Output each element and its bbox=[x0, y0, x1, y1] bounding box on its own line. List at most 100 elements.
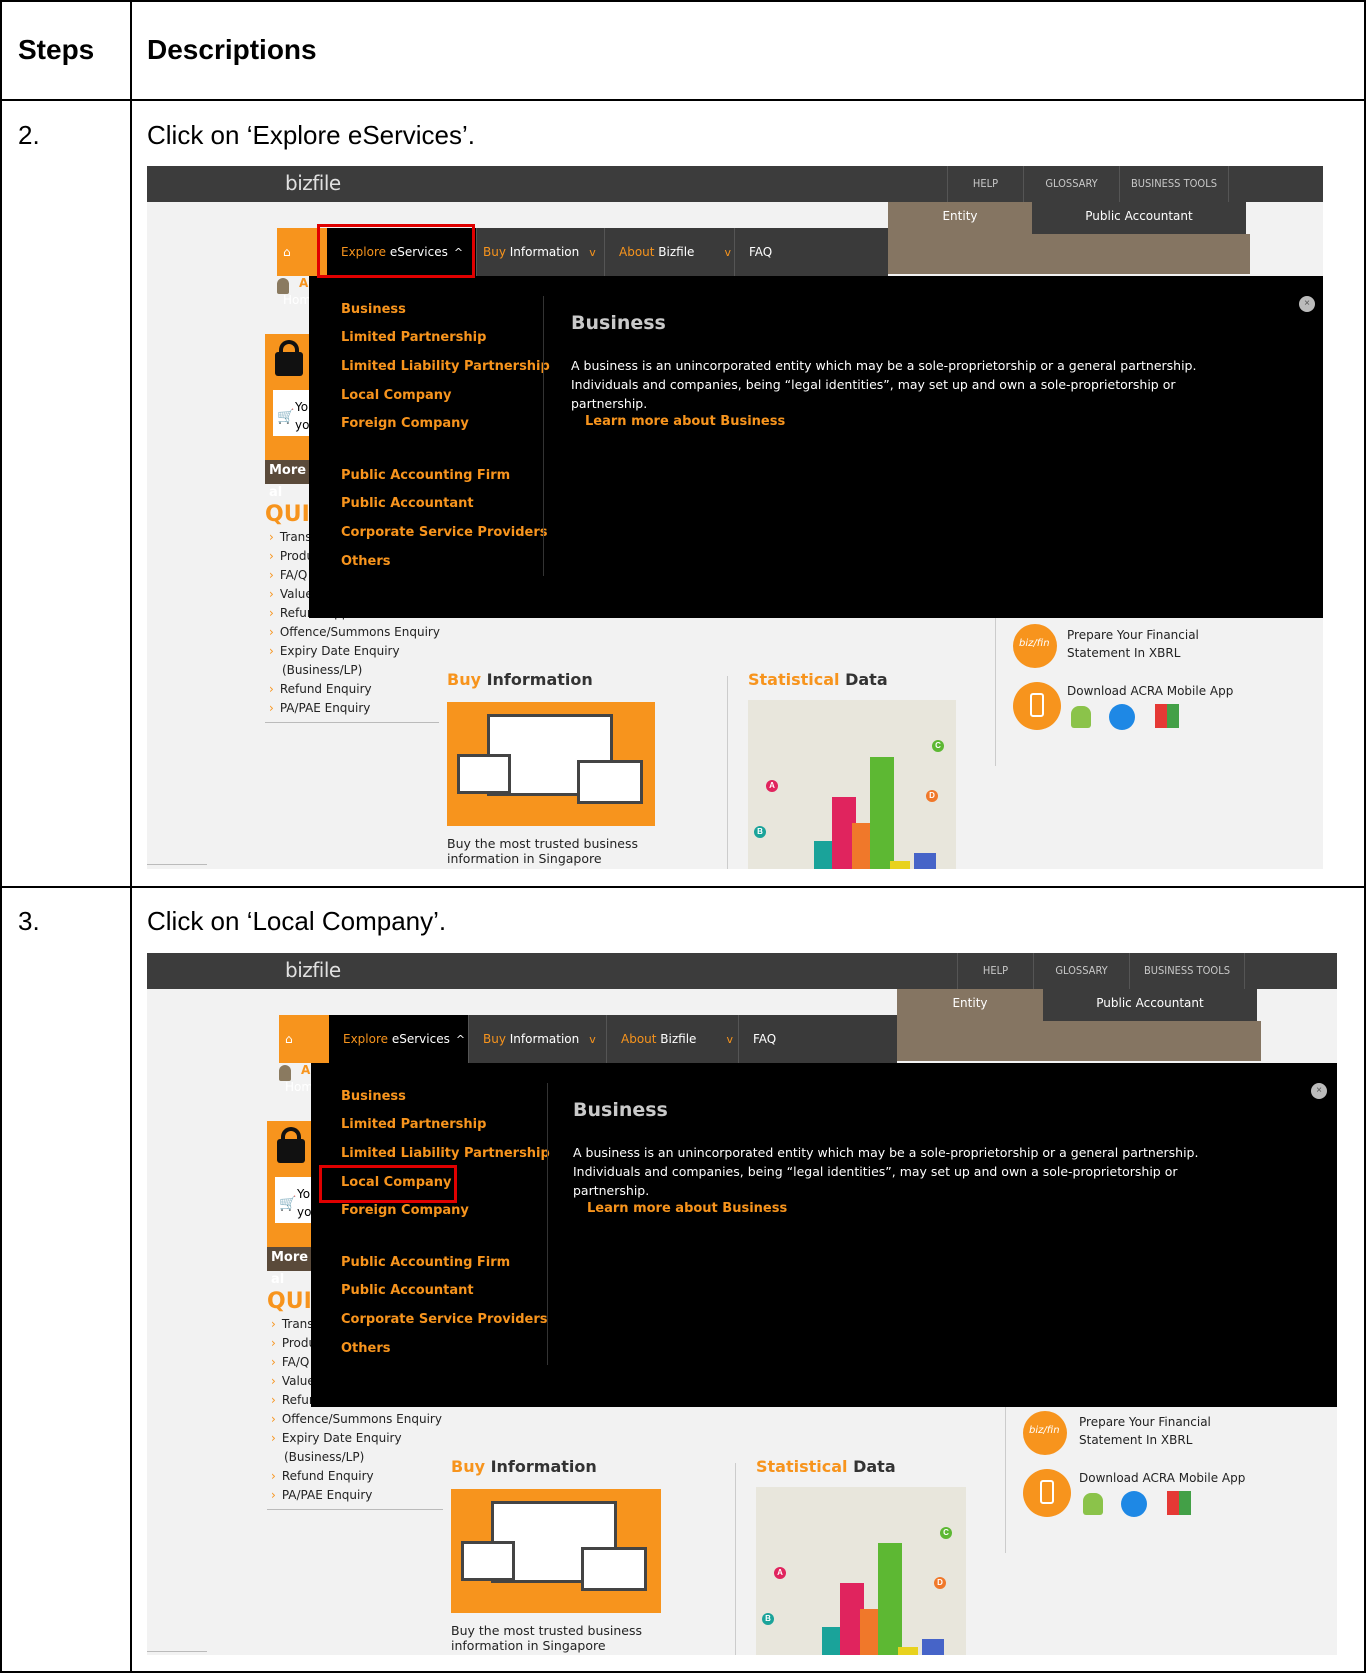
menu-detail-text: A business is an unincorporated entity w… bbox=[571, 356, 1196, 413]
chevron-down-icon: v bbox=[589, 1033, 596, 1046]
quick-links-divider bbox=[267, 1509, 443, 1510]
banner-block bbox=[888, 234, 1250, 274]
quick-link[interactable]: › Produ bbox=[269, 549, 314, 563]
tab-entity[interactable]: Entity bbox=[897, 989, 1043, 1021]
xbrl-badge[interactable]: biz/fin bbox=[1013, 624, 1057, 668]
quick-link-expiry-date-enquiry[interactable]: › Expiry Date Enquiry bbox=[269, 644, 400, 658]
phone-glyph bbox=[1040, 1480, 1054, 1504]
quick-link-offence-enquiry[interactable]: › Offence/Summons Enquiry bbox=[269, 625, 440, 639]
learn-more-business-link[interactable]: Learn more about Business bbox=[587, 1201, 787, 1216]
close-icon[interactable]: × bbox=[1299, 296, 1315, 312]
learn-more-business-link[interactable]: Learn more about Business bbox=[585, 414, 785, 429]
xbrl-text[interactable]: Prepare Your Financial Statement In XBRL bbox=[1079, 1413, 1211, 1449]
menu-item-local-company[interactable]: Local Company bbox=[341, 388, 452, 403]
bizfile-logo[interactable]: bizfile bbox=[285, 171, 341, 195]
menu-item-others[interactable]: Others bbox=[341, 554, 391, 569]
cart-icon: 🛒 bbox=[279, 1195, 297, 1211]
quick-link-refund-enquiry[interactable]: › Refund Enquiry bbox=[271, 1469, 374, 1483]
menu-item-public-accountant[interactable]: Public Accountant bbox=[341, 496, 474, 511]
nav-faq[interactable]: FAQ bbox=[735, 228, 785, 276]
apple-icon[interactable] bbox=[1109, 704, 1135, 730]
quick-link[interactable]: › FA/Q bbox=[271, 1355, 309, 1369]
header-steps: Steps bbox=[18, 34, 95, 65]
menu-item-public-accountant[interactable]: Public Accountant bbox=[341, 1283, 474, 1298]
statistical-data-image[interactable]: A B C D bbox=[756, 1487, 966, 1655]
menu-detail-line3: partnership. bbox=[573, 1183, 650, 1198]
screenshot-step-3: bizfile HELP GLOSSARY BUSINESS TOOLS Ent… bbox=[147, 953, 1337, 1655]
quick-link[interactable]: › Trans bbox=[269, 530, 312, 544]
menu-detail-line3: partnership. bbox=[571, 396, 648, 411]
quick-link[interactable]: › FA/Q bbox=[269, 568, 307, 582]
tab-entity[interactable]: Entity bbox=[888, 202, 1032, 234]
chart-bar bbox=[878, 1543, 902, 1655]
windows-icon[interactable] bbox=[1167, 1491, 1191, 1515]
tablet-illustration bbox=[577, 760, 643, 804]
menu-item-public-accounting-firm[interactable]: Public Accounting Firm bbox=[341, 468, 510, 483]
windows-icon[interactable] bbox=[1155, 704, 1179, 728]
apple-icon[interactable] bbox=[1121, 1491, 1147, 1517]
nav-buy-label-b: Information bbox=[505, 1032, 580, 1046]
chart-bar bbox=[890, 861, 910, 869]
section-divider bbox=[735, 1463, 736, 1655]
menu-item-business[interactable]: Business bbox=[341, 1089, 406, 1104]
nav-about-bizfile[interactable]: About Bizfile v bbox=[607, 1015, 739, 1063]
buy-information-image[interactable] bbox=[451, 1489, 661, 1613]
android-icon[interactable] bbox=[1071, 706, 1091, 728]
menu-item-business[interactable]: Business bbox=[341, 302, 406, 317]
quick-link-expiry-date-enquiry[interactable]: › Expiry Date Enquiry bbox=[271, 1431, 402, 1445]
xbrl-line2: Statement In XBRL bbox=[1079, 1433, 1193, 1447]
statistical-data-heading: Statistical Data bbox=[756, 1457, 896, 1476]
nav-home[interactable]: ⌂ Home bbox=[279, 1015, 329, 1094]
android-icon[interactable] bbox=[1083, 1493, 1103, 1515]
quick-link-offence-enquiry[interactable]: › Offence/Summons Enquiry bbox=[271, 1412, 442, 1426]
glossary-link[interactable]: GLOSSARY bbox=[1033, 953, 1129, 989]
quick-link[interactable]: › Produ bbox=[271, 1336, 316, 1350]
statistical-data-image[interactable]: A B C D bbox=[748, 700, 956, 869]
menu-item-limited-partnership[interactable]: Limited Partnership bbox=[341, 1117, 486, 1132]
buy-information-image[interactable] bbox=[447, 702, 655, 826]
statistical-data-heading: Statistical Data bbox=[748, 670, 888, 689]
mobile-phone-icon[interactable] bbox=[1013, 682, 1061, 730]
xbrl-text[interactable]: Prepare Your Financial Statement In XBRL bbox=[1067, 626, 1199, 662]
close-icon[interactable]: × bbox=[1311, 1083, 1327, 1099]
nav-buy-information[interactable]: Buy Information v bbox=[469, 1015, 607, 1063]
table-border-middle bbox=[130, 0, 132, 1673]
xbrl-badge[interactable]: biz/fin bbox=[1023, 1411, 1067, 1455]
highlight-local-company bbox=[319, 1165, 457, 1203]
nav-buy-information[interactable]: Buy Information v bbox=[477, 228, 605, 276]
help-link[interactable]: HELP bbox=[957, 953, 1033, 989]
menu-item-foreign-company[interactable]: Foreign Company bbox=[341, 416, 469, 431]
page-footer-line bbox=[147, 864, 207, 865]
nav-explore-eservices[interactable]: Explore eServices ^ bbox=[329, 1015, 469, 1063]
help-link[interactable]: HELP bbox=[947, 166, 1023, 202]
business-tools-link[interactable]: BUSINESS TOOLS bbox=[1129, 953, 1245, 989]
mobile-app-text[interactable]: Download ACRA Mobile App bbox=[1067, 682, 1233, 700]
nav-faq[interactable]: FAQ bbox=[739, 1015, 789, 1063]
tab-public-accountant[interactable]: Public Accountant bbox=[1032, 202, 1246, 234]
quick-link-pa-pae-enquiry[interactable]: › PA/PAE Enquiry bbox=[269, 701, 370, 715]
business-tools-link[interactable]: BUSINESS TOOLS bbox=[1119, 166, 1229, 202]
nav-about-label-b: Bizfile bbox=[654, 245, 695, 259]
xbrl-line1: Prepare Your Financial bbox=[1079, 1415, 1211, 1429]
menu-item-foreign-company[interactable]: Foreign Company bbox=[341, 1203, 469, 1218]
chart-bubble-a: A bbox=[774, 1567, 786, 1579]
right-column-divider bbox=[995, 606, 996, 766]
menu-item-corporate-service-providers[interactable]: Corporate Service Providers bbox=[341, 525, 548, 540]
bizfile-logo[interactable]: bizfile bbox=[285, 958, 341, 982]
menu-item-public-accounting-firm[interactable]: Public Accounting Firm bbox=[341, 1255, 510, 1270]
menu-item-others[interactable]: Others bbox=[341, 1341, 391, 1356]
mobile-app-text[interactable]: Download ACRA Mobile App bbox=[1079, 1469, 1245, 1487]
menu-item-llp[interactable]: Limited Liability Partnership bbox=[341, 359, 550, 374]
nav-about-bizfile[interactable]: About Bizfile v bbox=[605, 228, 735, 276]
menu-item-llp[interactable]: Limited Liability Partnership bbox=[341, 1146, 550, 1161]
mobile-phone-icon[interactable] bbox=[1023, 1469, 1071, 1517]
quick-link-expiry-date-enquiry-sub: (Business/LP) bbox=[282, 663, 363, 677]
glossary-link[interactable]: GLOSSARY bbox=[1023, 166, 1119, 202]
quick-link-pa-pae-enquiry[interactable]: › PA/PAE Enquiry bbox=[271, 1488, 372, 1502]
xbrl-line2: Statement In XBRL bbox=[1067, 646, 1181, 660]
menu-item-limited-partnership[interactable]: Limited Partnership bbox=[341, 330, 486, 345]
menu-item-corporate-service-providers[interactable]: Corporate Service Providers bbox=[341, 1312, 548, 1327]
quick-link-refund-enquiry[interactable]: › Refund Enquiry bbox=[269, 682, 372, 696]
tab-public-accountant[interactable]: Public Accountant bbox=[1043, 989, 1257, 1021]
quick-link[interactable]: › Trans bbox=[271, 1317, 314, 1331]
